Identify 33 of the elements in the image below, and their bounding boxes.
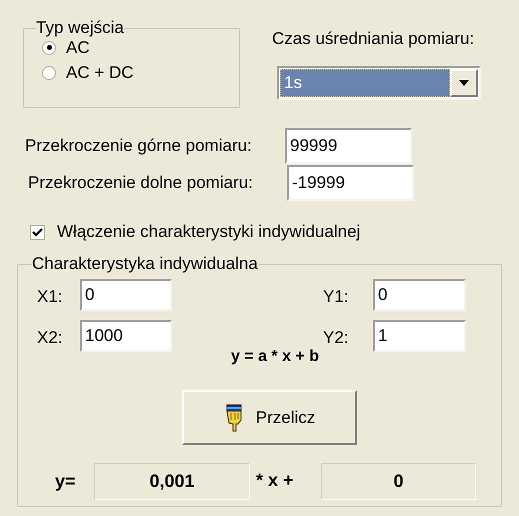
input-field[interactable]: -19999 bbox=[287, 164, 414, 200]
input-field[interactable]: 99999 bbox=[285, 128, 412, 164]
checkbox[interactable] bbox=[30, 224, 45, 240]
pointing-hand-icon bbox=[224, 404, 244, 432]
formula-text: y = a * x + b bbox=[230, 347, 319, 367]
radio-button[interactable] bbox=[42, 40, 56, 54]
field-label: X1: bbox=[37, 286, 64, 308]
check-icon bbox=[32, 228, 43, 236]
input-field[interactable]: 0 bbox=[80, 279, 172, 311]
field-label: Y2: bbox=[323, 327, 350, 349]
field-label: Przekroczenie górne pomiaru: bbox=[25, 134, 253, 157]
radio-button[interactable] bbox=[42, 66, 56, 80]
caret-icon bbox=[459, 80, 469, 86]
field-label: Czas uśredniania pomiaru: bbox=[272, 28, 476, 50]
group-title: Charakterystyka indywidualna bbox=[32, 255, 258, 273]
dropdown-value: 1s bbox=[280, 68, 450, 96]
input-field[interactable]: 1 bbox=[373, 320, 466, 352]
field-label: X2: bbox=[37, 327, 64, 349]
input-field[interactable]: 1000 bbox=[80, 320, 172, 352]
dropdown-arrow-button[interactable] bbox=[450, 68, 478, 96]
result-label: * x + bbox=[256, 469, 295, 492]
radio-label: AC bbox=[66, 36, 90, 59]
checkbox-label: Włączenie charakterystyki indywidualnej bbox=[57, 221, 360, 244]
field-label: Y1: bbox=[323, 286, 350, 308]
intercept-value: 0 bbox=[321, 463, 476, 500]
radio-label: AC + DC bbox=[66, 62, 134, 84]
group-title: Typ wejścia bbox=[36, 19, 124, 37]
input-field[interactable]: 0 bbox=[373, 279, 466, 311]
slope-value: 0,001 bbox=[94, 463, 250, 500]
recalculate-button[interactable]: Przelicz bbox=[182, 390, 357, 445]
field-label: Przekroczenie dolne pomiaru: bbox=[28, 172, 254, 194]
averaging-time-dropdown[interactable]: 1s bbox=[277, 66, 481, 100]
result-label: y= bbox=[55, 470, 77, 493]
